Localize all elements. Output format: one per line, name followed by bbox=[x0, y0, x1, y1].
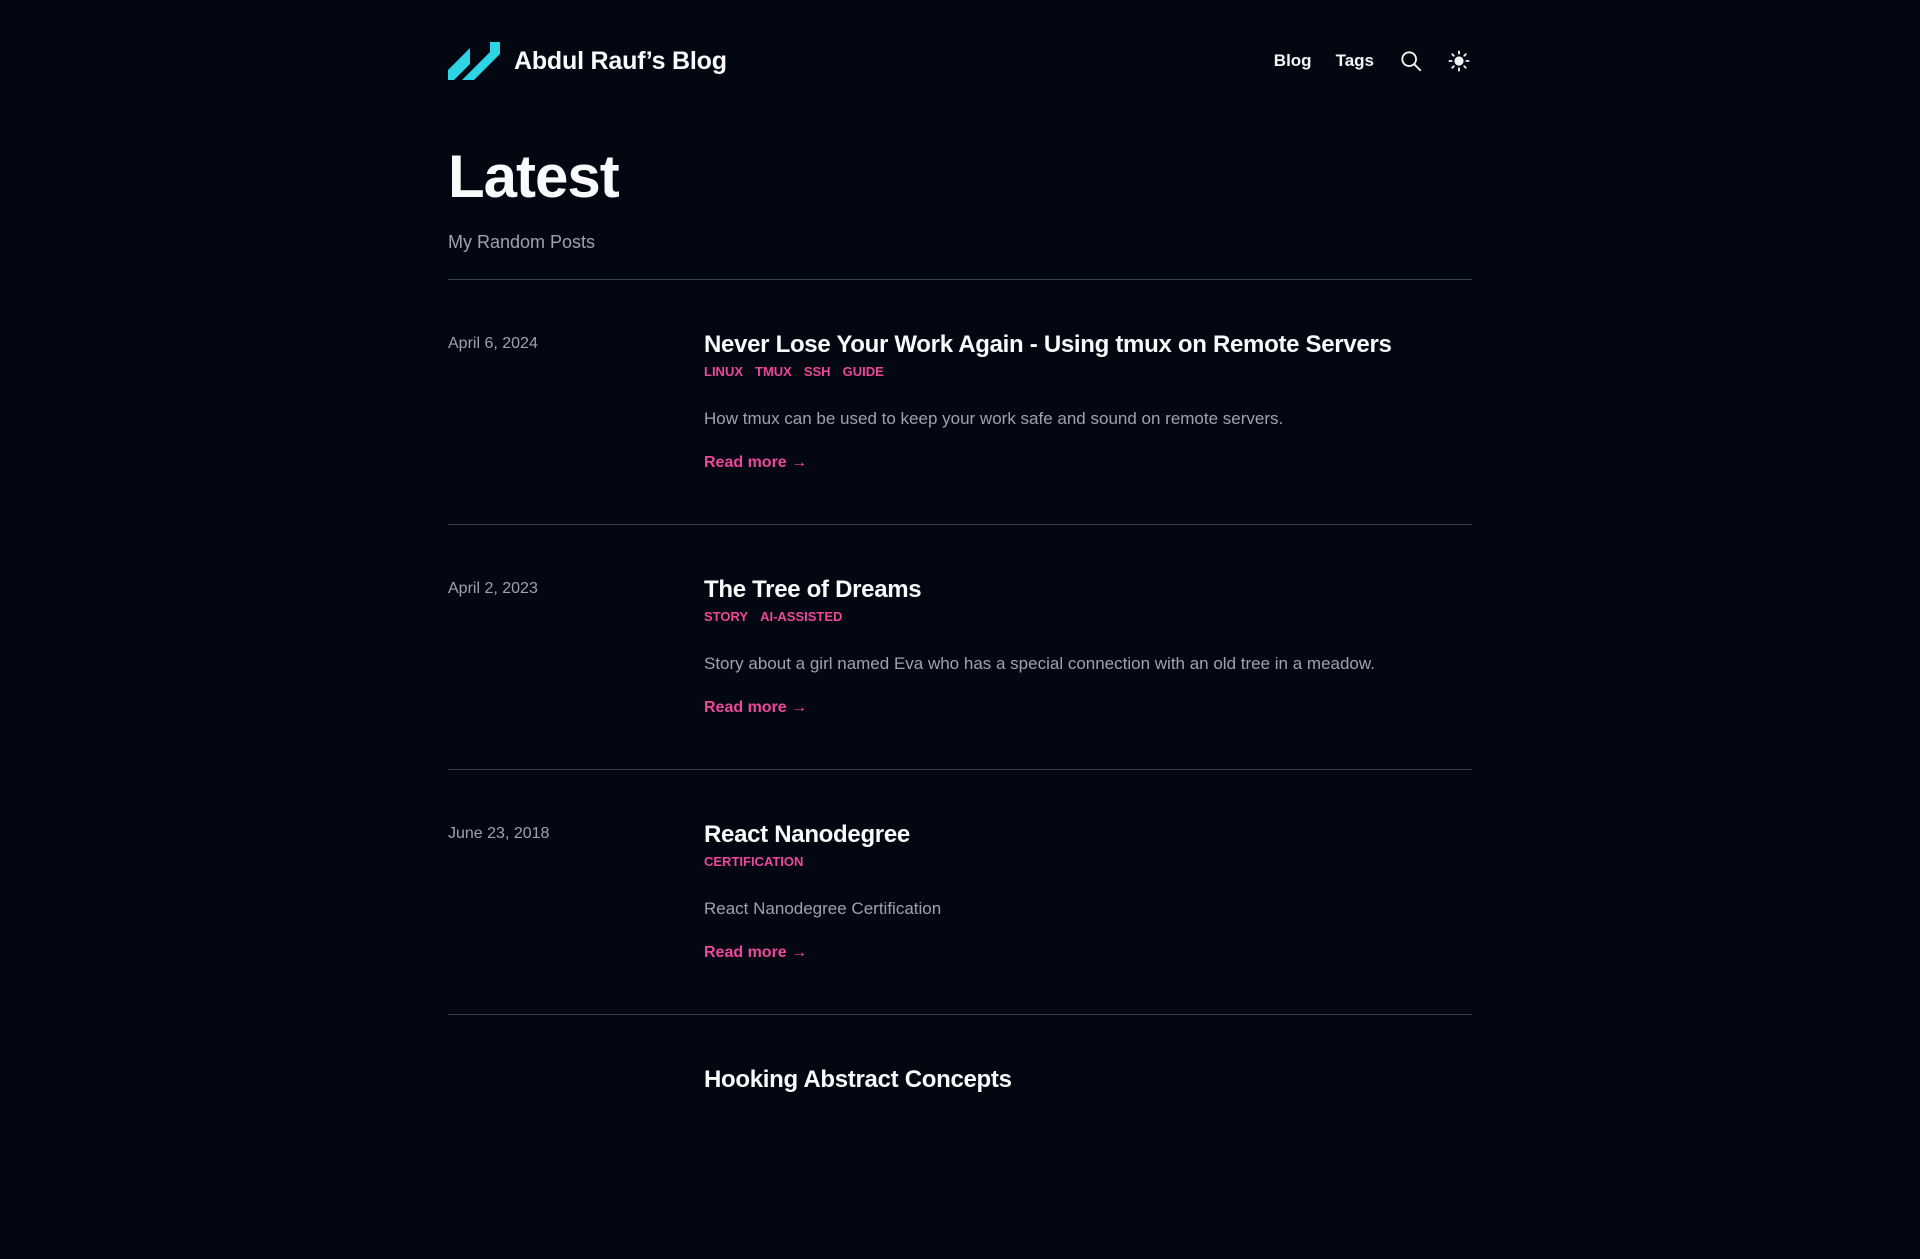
home-link[interactable]: Abdul Rauf’s Blog bbox=[448, 40, 727, 82]
hero-section: Latest My Random Posts bbox=[448, 130, 1472, 253]
site-header: Abdul Rauf’s Blog Blog Tags bbox=[448, 0, 1472, 130]
theme-toggle-button[interactable] bbox=[1446, 48, 1472, 74]
sun-icon bbox=[1448, 50, 1470, 72]
nav-tags-link[interactable]: Tags bbox=[1336, 51, 1374, 71]
logo-icon bbox=[448, 42, 500, 80]
post-title-link[interactable]: React Nanodegree bbox=[704, 820, 1472, 850]
page-container: Abdul Rauf’s Blog Blog Tags Latest My Ra… bbox=[448, 0, 1472, 1259]
post-body: Never Lose Your Work Again - Using tmux … bbox=[704, 330, 1472, 472]
page-subtitle: My Random Posts bbox=[448, 232, 596, 252]
post-body: Hooking Abstract Concepts bbox=[704, 1065, 1472, 1095]
tag-link[interactable]: SSH bbox=[804, 364, 831, 379]
tag-link[interactable]: TMUX bbox=[755, 364, 792, 379]
post-list: April 6, 2024 Never Lose Your Work Again… bbox=[448, 280, 1472, 1259]
post-item: April 6, 2024 Never Lose Your Work Again… bbox=[448, 280, 1472, 524]
post-summary: How tmux can be used to keep your work s… bbox=[704, 409, 1284, 428]
tag-link[interactable]: CERTIFICATION bbox=[704, 854, 803, 869]
post-item: June 23, 2018 React Nanodegree CERTIFICA… bbox=[448, 770, 1472, 1014]
post-summary: React Nanodegree Certification bbox=[704, 899, 942, 918]
post-body: The Tree of Dreams STORY AI-ASSISTED Sto… bbox=[704, 575, 1472, 717]
post-summary: Story about a girl named Eva who has a s… bbox=[704, 654, 1375, 673]
tag-list: LINUX TMUX SSH GUIDE bbox=[704, 364, 1472, 379]
post-date: April 6, 2024 bbox=[448, 335, 538, 352]
post-title-link[interactable]: Never Lose Your Work Again - Using tmux … bbox=[704, 330, 1472, 360]
post-date: June 23, 2018 bbox=[448, 825, 550, 842]
site-title: Abdul Rauf’s Blog bbox=[514, 46, 727, 75]
post-item: Hooking Abstract Concepts bbox=[448, 1015, 1472, 1259]
tag-list: STORY AI-ASSISTED bbox=[704, 609, 1472, 624]
post-item: April 2, 2023 The Tree of Dreams STORY A… bbox=[448, 525, 1472, 769]
tag-link[interactable]: STORY bbox=[704, 609, 748, 624]
read-more-link[interactable]: Read more → bbox=[704, 699, 807, 717]
post-title-link[interactable]: Hooking Abstract Concepts bbox=[704, 1065, 1472, 1095]
tag-link[interactable]: GUIDE bbox=[843, 364, 884, 379]
post-body: React Nanodegree CERTIFICATION React Nan… bbox=[704, 820, 1472, 962]
read-more-link[interactable]: Read more → bbox=[704, 454, 807, 472]
post-date: April 2, 2023 bbox=[448, 580, 538, 597]
search-button[interactable] bbox=[1398, 48, 1424, 74]
tag-list: CERTIFICATION bbox=[704, 854, 1472, 869]
main-nav: Blog Tags bbox=[1274, 48, 1472, 74]
tag-link[interactable]: LINUX bbox=[704, 364, 743, 379]
page-title: Latest bbox=[448, 143, 620, 210]
read-more-link[interactable]: Read more → bbox=[704, 944, 807, 962]
tag-link[interactable]: AI-ASSISTED bbox=[760, 609, 842, 624]
post-title-link[interactable]: The Tree of Dreams bbox=[704, 575, 1472, 605]
nav-blog-link[interactable]: Blog bbox=[1274, 51, 1312, 71]
search-icon bbox=[1401, 51, 1422, 72]
